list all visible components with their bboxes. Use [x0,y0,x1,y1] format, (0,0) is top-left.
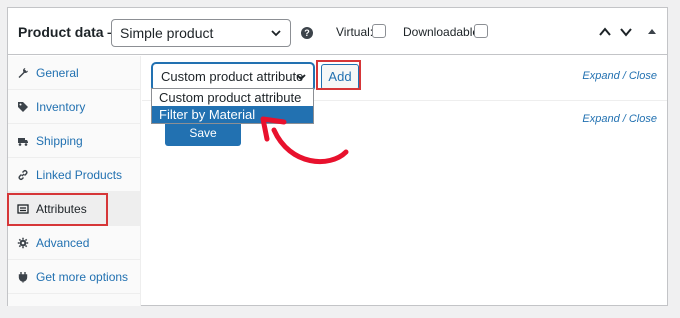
expand-close-link[interactable]: Expand / Close [582,113,657,125]
expand-close-link[interactable]: Expand / Close [582,70,657,82]
panel-title: Product data — [18,24,122,40]
tab-get-more-options[interactable]: Get more options [8,260,140,294]
tab-label: Get more options [36,270,129,284]
link-icon [18,170,28,180]
tag-icon [18,102,28,112]
downloadable-checkbox[interactable] [474,24,488,38]
product-type-select[interactable]: Simple product [111,19,291,47]
highlight-box [7,193,108,226]
product-data-tabs: General Inventory Shipping Linked Produc… [8,56,141,306]
pointer-arrow-icon [260,116,349,165]
tab-shipping[interactable]: Shipping [8,124,140,158]
virtual-label: Virtual: [336,25,374,39]
chevron-down-icon [271,30,281,37]
tab-label: Inventory [36,100,86,114]
downloadable-label: Downloadable: [403,25,483,39]
chevron-down-icon[interactable] [619,25,633,39]
collapse-toggle-icon[interactable] [645,25,659,39]
tab-general[interactable]: General [8,56,140,90]
help-icon[interactable]: ? [301,27,313,39]
tab-advanced[interactable]: Advanced [8,226,140,260]
gear-icon [17,237,29,249]
attribute-type-value: Custom product attribute [161,69,304,84]
product-type-value: Simple product [120,25,214,41]
tab-linked-products[interactable]: Linked Products [8,158,140,192]
tab-label: Shipping [36,134,83,148]
plugin-icon [18,272,28,283]
panel-header: Product data — Simple product ? Virtual:… [8,8,667,55]
tab-label: Linked Products [36,168,123,182]
tab-inventory[interactable]: Inventory [8,90,140,124]
virtual-checkbox[interactable] [372,24,386,38]
tab-label: Advanced [36,236,90,250]
tab-label: General [36,66,79,80]
highlight-box [316,60,361,90]
truck-icon [18,138,28,146]
attribute-type-select[interactable]: Custom product attribute [152,63,314,91]
wrench-icon [18,68,28,78]
chevron-down-icon [296,74,306,81]
chevron-up-icon[interactable] [598,25,612,39]
dropdown-option[interactable]: Custom product attribute [152,89,313,106]
